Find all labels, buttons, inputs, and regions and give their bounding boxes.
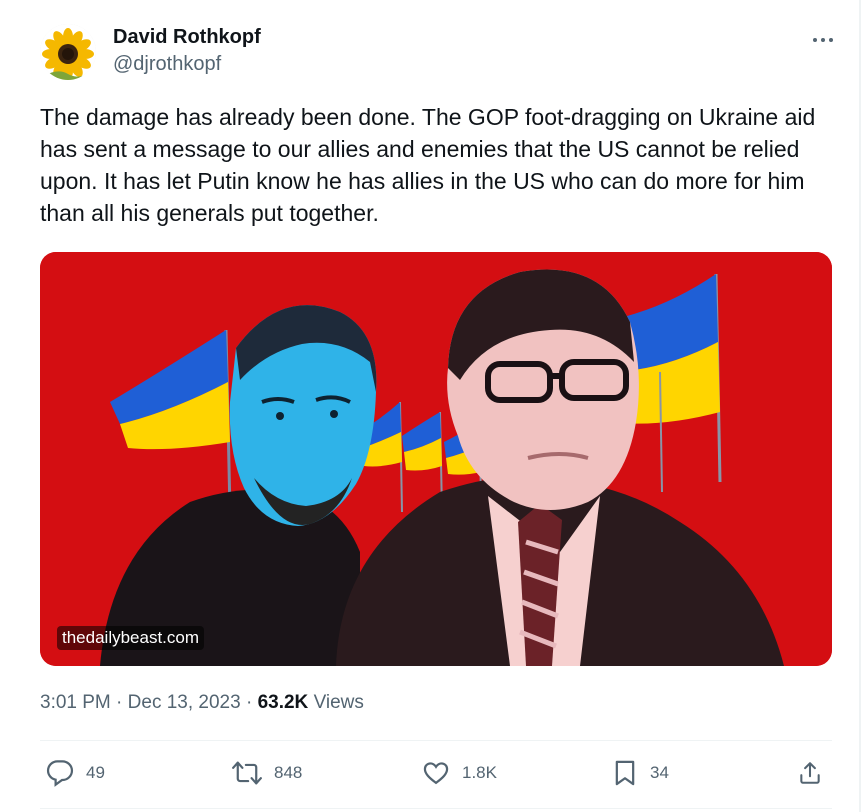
avatar[interactable]: [40, 24, 96, 80]
tweet-time[interactable]: 3:01 PM: [40, 692, 111, 713]
repost-icon: [232, 761, 262, 785]
media-card[interactable]: thedailybeast.com: [40, 252, 832, 666]
more-options-button[interactable]: [811, 28, 835, 52]
meta-separator: ·: [245, 692, 253, 713]
bookmark-icon: [615, 760, 635, 786]
media-image: [40, 252, 832, 666]
repost-count: 848: [274, 763, 303, 782]
sunflower-icon: [40, 24, 96, 80]
tweet-date[interactable]: Dec 13, 2023: [128, 692, 241, 713]
source-domain-badge[interactable]: thedailybeast.com: [57, 626, 205, 650]
reply-count: 49: [86, 763, 105, 782]
reply-button[interactable]: 49: [46, 758, 105, 788]
bookmark-button[interactable]: 34: [612, 758, 669, 788]
ellipsis-icon: [813, 38, 833, 42]
divider-bottom: [40, 808, 832, 809]
views-count: 63.2K: [257, 692, 309, 713]
tweet-meta: 3:01 PM · Dec 13, 2023 · 63.2K Views: [40, 690, 364, 716]
divider: [40, 740, 832, 741]
share-button[interactable]: [797, 758, 823, 788]
repost-button[interactable]: 848: [232, 758, 302, 788]
like-button[interactable]: 1.8K: [422, 758, 497, 788]
reply-icon: [46, 760, 74, 787]
heart-icon: [423, 762, 449, 785]
author-name[interactable]: David Rothkopf: [113, 24, 261, 50]
views-label: Views: [313, 692, 364, 713]
bookmark-count: 34: [650, 763, 669, 782]
share-icon: [800, 762, 820, 784]
meta-separator: ·: [116, 692, 123, 713]
author-handle[interactable]: @djrothkopf: [113, 51, 221, 77]
like-count: 1.8K: [462, 763, 497, 782]
tweet-text: The damage has already been done. The GO…: [40, 104, 822, 226]
